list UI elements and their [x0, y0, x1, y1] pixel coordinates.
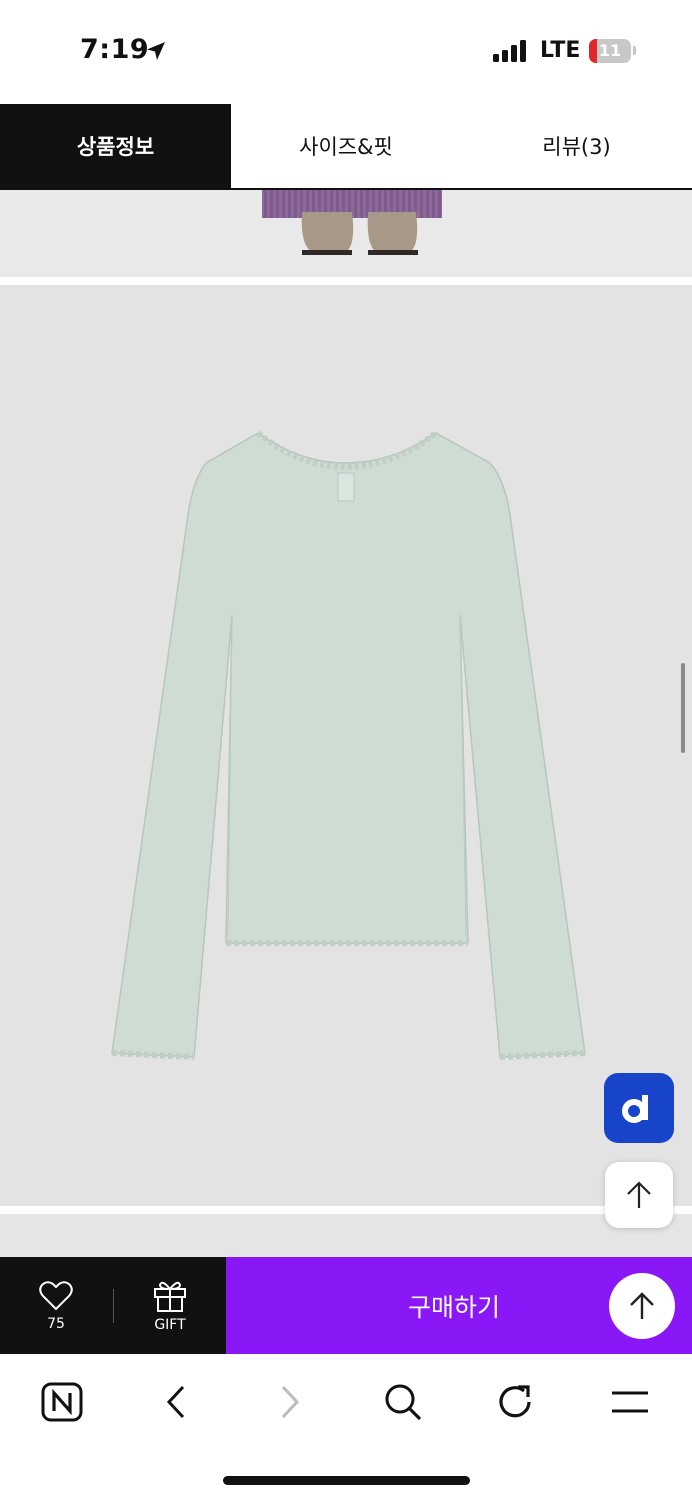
- product-image-model: [0, 190, 692, 277]
- buy-button[interactable]: 구매하기: [226, 1257, 692, 1354]
- location-arrow-icon: [147, 42, 165, 60]
- purchase-actions: 75 GIFT: [0, 1257, 226, 1354]
- back-icon: [166, 1385, 185, 1419]
- gift-label: GIFT: [154, 1316, 186, 1333]
- refresh-icon: [499, 1385, 531, 1418]
- scroll-top-round-button[interactable]: [609, 1273, 675, 1339]
- product-image-main: [0, 285, 692, 1206]
- arrow-up-icon: [630, 1292, 654, 1319]
- image-gap: [0, 1206, 692, 1214]
- status-time: 7:19: [80, 34, 150, 65]
- search-icon: [385, 1384, 422, 1421]
- scroll-top-button[interactable]: [605, 1162, 673, 1228]
- tab-label: 리뷰(3): [542, 135, 611, 159]
- carrier-label: LTE: [540, 38, 581, 63]
- home-indicator[interactable]: [223, 1476, 470, 1485]
- signal-icon: [493, 40, 526, 62]
- product-tabs: 상품정보 사이즈&핏 리뷰(3): [0, 104, 692, 190]
- product-image-next: [0, 1214, 692, 1257]
- tab-reviews[interactable]: 리뷰(3): [461, 104, 692, 188]
- like-count: 75: [47, 1315, 65, 1332]
- like-button[interactable]: 75: [0, 1257, 112, 1354]
- tab-label: 사이즈&핏: [299, 135, 393, 159]
- battery-level: 11: [598, 41, 622, 60]
- forward-button[interactable]: [260, 1374, 320, 1430]
- brand-app-button[interactable]: [604, 1073, 674, 1143]
- heart-icon: [39, 1280, 73, 1310]
- forward-icon: [281, 1385, 300, 1419]
- arrow-up-icon: [627, 1181, 651, 1208]
- menu-button[interactable]: [600, 1374, 660, 1430]
- buy-label: 구매하기: [407, 1292, 500, 1322]
- image-gap: [0, 277, 692, 285]
- model-shoes-illustration: [262, 190, 442, 255]
- battery-tip: [633, 46, 636, 55]
- garment-longsleeve-illustration: [111, 430, 586, 1060]
- back-button[interactable]: [146, 1374, 206, 1430]
- naver-home-button[interactable]: [32, 1374, 92, 1430]
- battery-icon: 11: [589, 39, 631, 63]
- tab-size-fit[interactable]: 사이즈&핏: [231, 104, 461, 188]
- page-scrollbar[interactable]: [681, 663, 685, 753]
- menu-icon: [612, 1391, 648, 1413]
- gift-icon: [154, 1281, 186, 1312]
- status-bar: 7:19 LTE 11: [0, 0, 692, 104]
- gift-button[interactable]: GIFT: [114, 1257, 226, 1354]
- tab-label: 상품정보: [76, 135, 155, 159]
- naver-home-icon: [41, 1382, 83, 1422]
- tab-product-info[interactable]: 상품정보: [0, 104, 231, 188]
- d-logo-icon: [622, 1095, 648, 1123]
- refresh-button[interactable]: [486, 1374, 546, 1430]
- search-button[interactable]: [373, 1374, 433, 1430]
- purchase-bar: 75 GIFT 구매하기: [0, 1257, 692, 1354]
